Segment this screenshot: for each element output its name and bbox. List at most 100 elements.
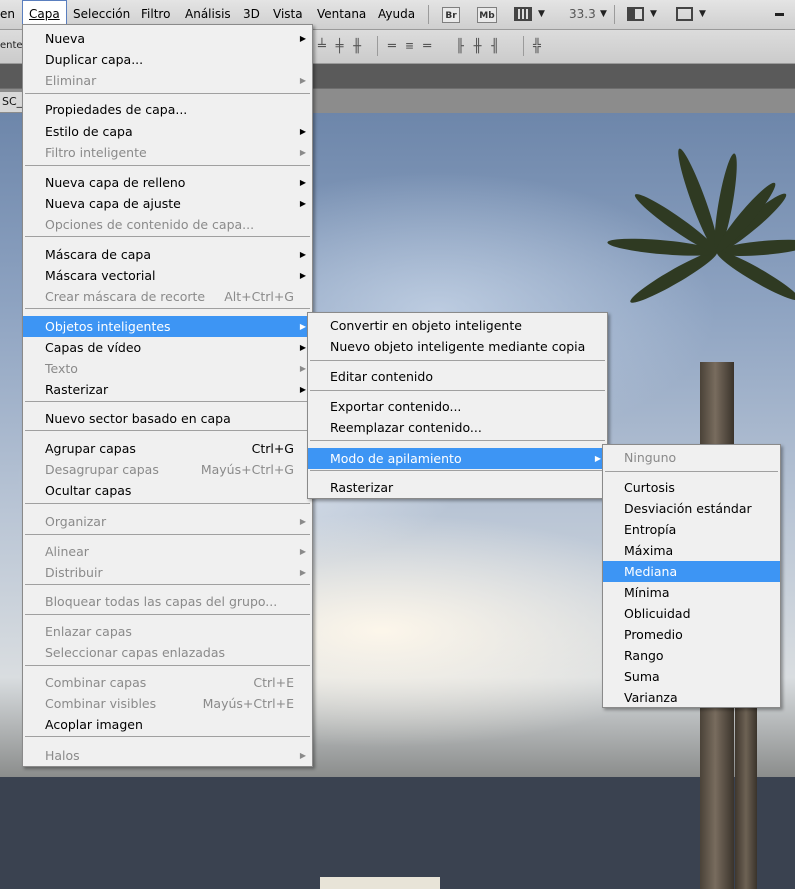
submenu-arrow-icon: ▶: [300, 316, 306, 337]
menu-separator: [605, 471, 778, 472]
capa-menu-item-estilo-de-capa[interactable]: Estilo de capa▶: [23, 121, 312, 142]
submenu-arrow-icon: ▶: [300, 337, 306, 358]
smart-object-item-modo-de-apilamiento[interactable]: Modo de apilamiento▶: [308, 448, 607, 469]
screen-mode-icon[interactable]: [676, 7, 693, 21]
menu-separator: [25, 236, 310, 237]
capa-menu-item-nuevo-sector-basado-en-capa[interactable]: Nuevo sector basado en capa: [23, 408, 312, 429]
capa-menu-item-organizar: Organizar▶: [23, 511, 312, 532]
chevron-down-icon[interactable]: ▼: [650, 9, 657, 19]
menu-item-label: Texto: [45, 358, 78, 379]
menu-item-label: Editar contenido: [330, 366, 433, 387]
menu-item-label: Desviación estándar: [624, 498, 752, 519]
capa-menu-item-acoplar-imagen[interactable]: Acoplar imagen: [23, 714, 312, 735]
smart-object-item-exportar-contenido[interactable]: Exportar contenido...: [308, 396, 607, 417]
menu-item-label: Nueva capa de ajuste: [45, 193, 181, 214]
capa-menu-item-opciones-de-contenido-de-capa: Opciones de contenido de capa...: [23, 214, 312, 235]
submenu-arrow-icon: ▶: [300, 244, 306, 265]
submenu-arrow-icon: ▶: [300, 172, 306, 193]
stack-mode-item-mediana[interactable]: Mediana: [603, 561, 780, 582]
zoom-level[interactable]: 33.3: [569, 0, 596, 29]
submenu-arrow-icon: ▶: [300, 142, 306, 163]
menu-ayuda[interactable]: Ayuda: [372, 0, 421, 29]
capa-menu-item-nueva-capa-de-relleno[interactable]: Nueva capa de relleno ▶: [23, 172, 312, 193]
menu-imagen[interactable]: en: [0, 0, 21, 29]
capa-menu-item-bloquear-todas-las-capas-del-grupo: Bloquear todas las capas del grupo...: [23, 591, 312, 612]
capa-menu-item-mascara-de-capa[interactable]: Máscara de capa▶: [23, 244, 312, 265]
menu-item-label: Organizar: [45, 511, 106, 532]
menu-capa-label: Capa: [29, 7, 60, 21]
auto-align-icon[interactable]: ╬: [533, 39, 542, 54]
menu-item-label: Entropía: [624, 519, 676, 540]
menu-item-label: Rasterizar: [45, 379, 108, 400]
capa-menu-item-filtro-inteligente: Filtro inteligente ▶: [23, 142, 312, 163]
minimize-icon[interactable]: [775, 13, 784, 16]
submenu-arrow-icon: ▶: [595, 448, 601, 469]
smart-object-item-editar-contenido[interactable]: Editar contenido: [308, 366, 607, 387]
bridge-button[interactable]: Br: [442, 7, 460, 23]
smart-object-item-nuevo-objeto-inteligente-mediante-copia[interactable]: Nuevo objeto inteligente mediante copia: [308, 336, 607, 357]
submenu-arrow-icon: ▶: [300, 358, 306, 379]
smart-object-item-rasterizar[interactable]: Rasterizar: [308, 477, 607, 498]
film-strip-icon[interactable]: [514, 7, 532, 21]
building: [320, 877, 440, 889]
menu-ventana[interactable]: Ventana: [311, 0, 372, 29]
menu-item-label: Curtosis: [624, 477, 675, 498]
smart-object-item-convertir-en-objeto-inteligente[interactable]: Convertir en objeto inteligente: [308, 315, 607, 336]
stack-mode-item-curtosis[interactable]: Curtosis: [603, 477, 780, 498]
stack-mode-item-varianza[interactable]: Varianza: [603, 687, 780, 708]
chevron-down-icon[interactable]: ▼: [600, 9, 607, 19]
stack-mode-submenu: Ninguno CurtosisDesviación estándarEntrop…: [602, 444, 781, 708]
menu-item-label: Máxima: [624, 540, 673, 561]
chevron-down-icon[interactable]: ▼: [699, 9, 706, 19]
menu-item-shortcut: Alt+Ctrl+G: [224, 286, 294, 307]
stack-mode-item-oblicuidad[interactable]: Oblicuidad: [603, 603, 780, 624]
stack-mode-item-desviacion-estandar[interactable]: Desviación estándar: [603, 498, 780, 519]
menu-item-label: Desagrupar capas: [45, 459, 159, 480]
arrange-documents-icon[interactable]: [627, 7, 644, 21]
distribute-vertical-icons[interactable]: ═ ≡ ═: [388, 39, 432, 54]
capa-menu-item-duplicar-capa[interactable]: Duplicar capa...: [23, 49, 312, 70]
capa-menu-item-desagrupar-capas: Desagrupar capasMayús+Ctrl+G: [23, 459, 312, 480]
capa-menu-item-objetos-inteligentes[interactable]: Objetos inteligentes▶: [23, 316, 312, 337]
menu-item-label: Nuevo objeto inteligente mediante copia: [330, 336, 585, 357]
stack-mode-item-suma[interactable]: Suma: [603, 666, 780, 687]
menu-separator: [25, 534, 310, 535]
capa-menu-item-capas-de-video[interactable]: Capas de vídeo▶: [23, 337, 312, 358]
align-bottom-icons[interactable]: ╧ ╪ ╫: [318, 39, 362, 54]
stack-mode-item-maxima[interactable]: Máxima: [603, 540, 780, 561]
menu-item-label: Varianza: [624, 687, 678, 708]
menubar-divider: [614, 5, 615, 24]
menu-item-label: Ninguno: [624, 447, 676, 468]
menu-separator: [25, 584, 310, 585]
stack-mode-item-rango[interactable]: Rango: [603, 645, 780, 666]
submenu-arrow-icon: ▶: [300, 265, 306, 286]
menu-item-label: Mediana: [624, 561, 677, 582]
menu-separator: [25, 165, 310, 166]
capa-menu-item-propiedades-de-capa[interactable]: Propiedades de capa...: [23, 99, 312, 120]
capa-menu: Nueva▶Duplicar capa...Eliminar▶Propiedad…: [22, 24, 313, 767]
menu-item-label: Suma: [624, 666, 660, 687]
stack-mode-item-minima[interactable]: Mínima: [603, 582, 780, 603]
capa-menu-item-rasterizar[interactable]: Rasterizar ▶: [23, 379, 312, 400]
submenu-arrow-icon: ▶: [300, 541, 306, 562]
smart-object-item-reemplazar-contenido[interactable]: Reemplazar contenido...: [308, 417, 607, 438]
capa-menu-item-mascara-vectorial[interactable]: Máscara vectorial▶: [23, 265, 312, 286]
capa-menu-item-ocultar-capas[interactable]: Ocultar capas: [23, 480, 312, 501]
capa-menu-item-agrupar-capas[interactable]: Agrupar capasCtrl+G: [23, 438, 312, 459]
menu-item-label: Enlazar capas: [45, 621, 132, 642]
chevron-down-icon[interactable]: ▼: [538, 9, 545, 19]
menu-item-label: Filtro inteligente: [45, 142, 147, 163]
menu-item-label: Exportar contenido...: [330, 396, 461, 417]
submenu-arrow-icon: ▶: [300, 70, 306, 91]
stack-mode-item-entropia[interactable]: Entropía: [603, 519, 780, 540]
menu-item-label: Seleccionar capas enlazadas: [45, 642, 225, 663]
menu-item-shortcut: Ctrl+G: [252, 438, 294, 459]
menu-separator: [25, 614, 310, 615]
submenu-arrow-icon: ▶: [300, 379, 306, 400]
capa-menu-item-nueva-capa-de-ajuste[interactable]: Nueva capa de ajuste▶: [23, 193, 312, 214]
menu-item-label: Nueva capa de relleno: [45, 172, 185, 193]
capa-menu-item-nueva[interactable]: Nueva▶: [23, 28, 312, 49]
stack-mode-item-promedio[interactable]: Promedio: [603, 624, 780, 645]
minibridge-button[interactable]: Mb: [477, 7, 497, 23]
distribute-horizontal-icons[interactable]: ╟ ╫ ╢: [456, 39, 500, 54]
